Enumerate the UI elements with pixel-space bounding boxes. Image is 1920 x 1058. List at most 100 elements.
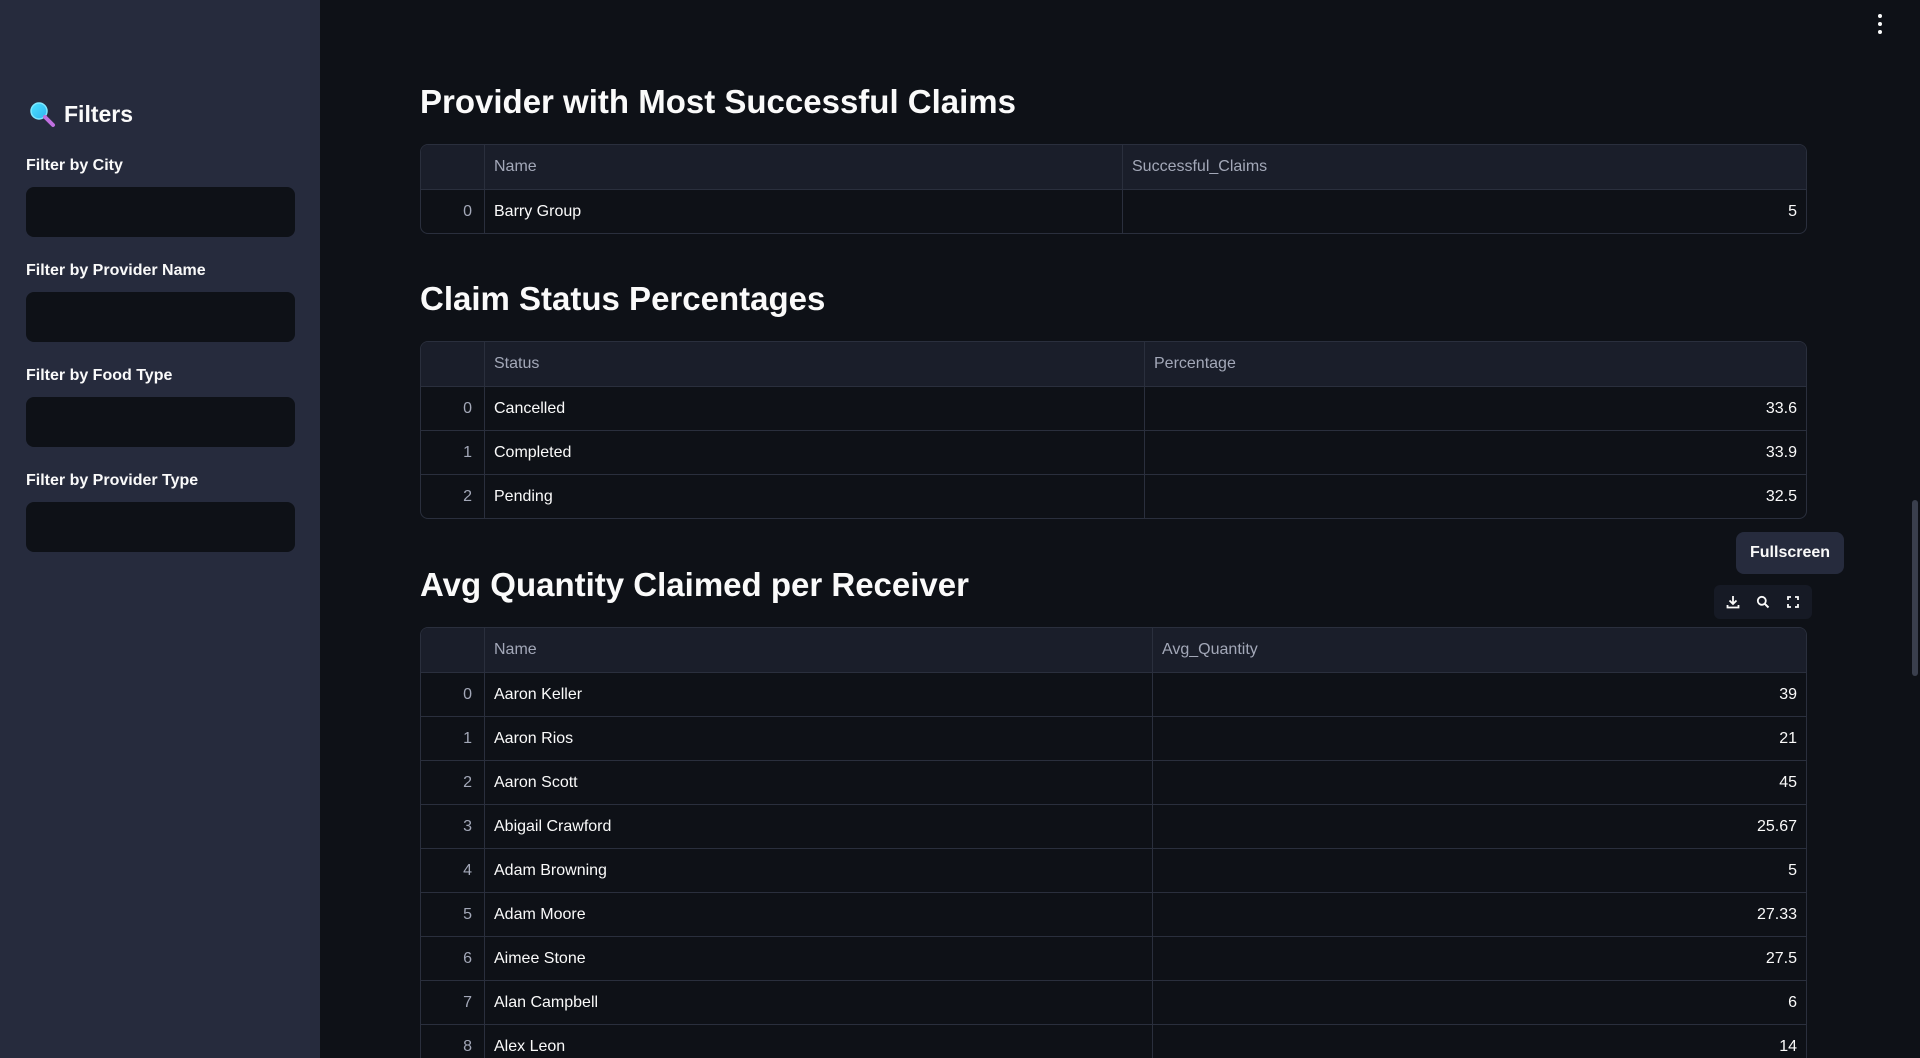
row-index: 2 [421,761,485,804]
row-index: 1 [421,717,485,760]
index-header [421,342,485,386]
table-row[interactable]: 5 Adam Moore 27.33 [421,892,1806,936]
kebab-dot-icon [1878,30,1882,34]
kebab-dot-icon [1878,14,1882,18]
cell-status: Completed [485,431,1145,474]
section-title-avg-quantity: Avg Quantity Claimed per Receiver [420,566,969,603]
filter-provider-name: Filter by Provider Name [26,262,295,342]
table-row[interactable]: 2 Pending 32.5 [421,474,1806,518]
table-toolbar [1714,585,1812,619]
filter-provider-type-input[interactable] [26,502,295,552]
search-button[interactable] [1750,589,1776,615]
row-index: 0 [421,387,485,430]
cell-value: 33.9 [1765,443,1797,461]
table-row[interactable]: 0 Aaron Keller 39 [421,672,1806,716]
column-header-name[interactable]: Name [485,628,1153,672]
table-row[interactable]: 0 Cancelled 33.6 [421,386,1806,430]
column-header-successful-claims[interactable]: Successful_Claims [1123,145,1806,189]
table-row[interactable]: 3 Abigail Crawford 25.67 [421,804,1806,848]
cell-name: Aaron Scott [485,761,1153,804]
column-header-status[interactable]: Status [485,342,1145,386]
table-avg-quantity[interactable]: Name Avg_Quantity 0 Aaron Keller 39 1 Aa… [420,627,1807,1058]
app-root: Filters Filter by City Filter by Provide… [0,0,1920,1058]
filter-food-type-input[interactable] [26,397,295,447]
main-menu-button[interactable] [1874,14,1886,34]
cell-name: Abigail Crawford [485,805,1153,848]
cell-name: Barry Group [485,190,1123,233]
download-icon [1726,596,1740,609]
fullscreen-button[interactable] [1780,589,1806,615]
table-row[interactable]: 6 Aimee Stone 27.5 [421,936,1806,980]
cell-value: 39 [1779,685,1797,703]
filter-provider-name-input[interactable] [26,292,295,342]
row-index: 1 [421,431,485,474]
filter-provider-type: Filter by Provider Type [26,472,295,552]
filter-provider-type-label: Filter by Provider Type [26,472,199,489]
row-index: 7 [421,981,485,1024]
filter-city-label: Filter by City [26,157,123,174]
row-index: 0 [421,190,485,233]
filter-city: Filter by City [26,157,295,237]
table-header-row: Status Percentage [421,342,1806,386]
filter-city-input[interactable] [26,187,295,237]
column-header-name[interactable]: Name [485,145,1123,189]
section-title-top-provider: Provider with Most Successful Claims [420,83,1016,120]
search-icon [1756,595,1770,609]
cell-status: Cancelled [485,387,1145,430]
index-header [421,145,485,189]
cell-status: Pending [485,475,1145,518]
cell-value: 6 [1788,993,1797,1011]
filter-food-type-label: Filter by Food Type [26,367,173,384]
table-row[interactable]: 8 Alex Leon 14 [421,1024,1806,1058]
cell-name: Adam Browning [485,849,1153,892]
cell-value: 25.67 [1756,817,1797,835]
cell-value: 21 [1779,729,1797,747]
table-header-row: Name Successful_Claims [421,145,1806,189]
column-header-avg-quantity[interactable]: Avg_Quantity [1153,628,1806,672]
sidebar-header: Filters [28,100,133,128]
sidebar-title: Filters [64,100,134,127]
row-index: 2 [421,475,485,518]
download-button[interactable] [1720,589,1746,615]
main-content: Provider with Most Successful Claims Nam… [320,0,1920,1058]
cell-value: 27.33 [1756,905,1797,923]
filter-food-type: Filter by Food Type [26,367,295,447]
table-header-row: Name Avg_Quantity [421,628,1806,672]
row-index: 8 [421,1025,485,1058]
cell-value: 32.5 [1765,487,1797,505]
fullscreen-tooltip: Fullscreen [1736,532,1845,574]
magnifier-icon [30,102,55,127]
table-claim-status[interactable]: Status Percentage 0 Cancelled 33.6 1 Com… [420,341,1807,519]
table-row[interactable]: 1 Aaron Rios 21 [421,716,1806,760]
cell-name: Aaron Rios [485,717,1153,760]
table-row[interactable]: 0 Barry Group 5 [421,189,1806,233]
cell-value: 5 [1788,861,1797,879]
row-index: 0 [421,673,485,716]
cell-name: Alex Leon [485,1025,1153,1058]
filter-provider-name-label: Filter by Provider Name [26,262,206,279]
cell-name: Alan Campbell [485,981,1153,1024]
column-header-percentage[interactable]: Percentage [1145,342,1806,386]
row-index: 5 [421,893,485,936]
page-scrollbar[interactable] [1912,500,1918,676]
table-row[interactable]: 4 Adam Browning 5 [421,848,1806,892]
cell-name: Aaron Keller [485,673,1153,716]
sidebar: Filters Filter by City Filter by Provide… [0,0,320,1058]
section-title-claim-status: Claim Status Percentages [420,280,826,317]
cell-value: 5 [1788,202,1797,220]
cell-name: Aimee Stone [485,937,1153,980]
cell-value: 45 [1779,773,1797,791]
cell-value: 27.5 [1765,949,1797,967]
cell-name: Adam Moore [485,893,1153,936]
table-row[interactable]: 1 Completed 33.9 [421,430,1806,474]
table-top-provider[interactable]: Name Successful_Claims 0 Barry Group 5 [420,144,1807,234]
cell-value: 33.6 [1765,399,1797,417]
row-index: 6 [421,937,485,980]
row-index: 4 [421,849,485,892]
row-index: 3 [421,805,485,848]
index-header [421,628,485,672]
table-row[interactable]: 7 Alan Campbell 6 [421,980,1806,1024]
table-row[interactable]: 2 Aaron Scott 45 [421,760,1806,804]
cell-value: 14 [1779,1037,1797,1055]
kebab-dot-icon [1878,22,1882,26]
